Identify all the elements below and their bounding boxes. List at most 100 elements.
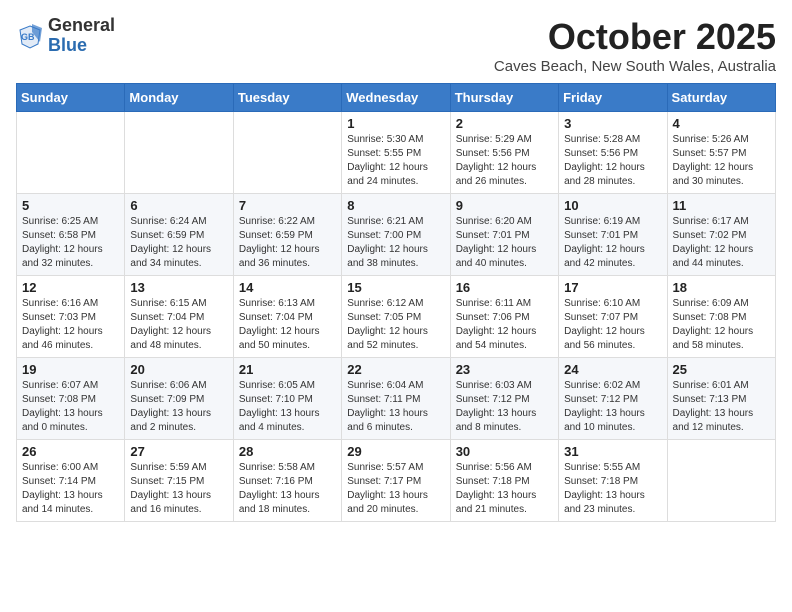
calendar-cell: 13Sunrise: 6:15 AM Sunset: 7:04 PM Dayli…: [125, 276, 233, 358]
calendar-table: SundayMondayTuesdayWednesdayThursdayFrid…: [16, 83, 776, 522]
day-info: Sunrise: 6:07 AM Sunset: 7:08 PM Dayligh…: [22, 379, 119, 435]
calendar-cell: [125, 112, 233, 194]
page-header: GB General Blue October 2025 Caves Beach…: [16, 16, 776, 75]
logo-icon: GB: [16, 22, 44, 50]
calendar-cell: [233, 112, 341, 194]
day-info: Sunrise: 6:09 AM Sunset: 7:08 PM Dayligh…: [673, 297, 770, 353]
weekday-header-saturday: Saturday: [667, 84, 775, 112]
calendar-cell: 30 Sunrise: 5:56 AM Sunset: 7:18 PM Dayli…: [450, 440, 558, 522]
day-info: Sunrise: 6:17 AM Sunset: 7:02 PM Dayligh…: [673, 215, 770, 271]
calendar-week-5: 26 Sunrise: 6:00 AM Sunset: 7:14 PM Dayli…: [17, 440, 776, 522]
calendar-cell: 22 Sunrise: 6:04 AM Sunset: 7:11 PM Dayli…: [342, 358, 450, 440]
day-number: 25: [673, 362, 770, 377]
day-number: 7: [239, 198, 336, 213]
calendar-week-1: 1 Sunrise: 5:30 AM Sunset: 5:55 PM Daylig…: [17, 112, 776, 194]
calendar-cell: 6 Sunrise: 6:24 AM Sunset: 6:59 PM Daylig…: [125, 194, 233, 276]
day-info: Sunrise: 5:55 AM Sunset: 7:18 PM Dayligh…: [564, 461, 661, 517]
weekday-header-friday: Friday: [559, 84, 667, 112]
day-info: Sunrise: 6:25 AM Sunset: 6:58 PM Dayligh…: [22, 215, 119, 271]
day-info: Sunrise: 5:58 AM Sunset: 7:16 PM Dayligh…: [239, 461, 336, 517]
day-info: Sunrise: 5:56 AM Sunset: 7:18 PM Dayligh…: [456, 461, 553, 517]
day-number: 15: [347, 280, 444, 295]
weekday-header-wednesday: Wednesday: [342, 84, 450, 112]
day-number: 3: [564, 116, 661, 131]
day-number: 29: [347, 444, 444, 459]
day-number: 17: [564, 280, 661, 295]
day-info: Sunrise: 6:24 AM Sunset: 6:59 PM Dayligh…: [130, 215, 227, 271]
day-info: Sunrise: 6:10 AM Sunset: 7:07 PM Dayligh…: [564, 297, 661, 353]
day-number: 18: [673, 280, 770, 295]
location-subtitle: Caves Beach, New South Wales, Australia: [494, 58, 776, 75]
day-info: Sunrise: 6:03 AM Sunset: 7:12 PM Dayligh…: [456, 379, 553, 435]
calendar-cell: 23 Sunrise: 6:03 AM Sunset: 7:12 PM Dayli…: [450, 358, 558, 440]
day-info: Sunrise: 5:30 AM Sunset: 5:55 PM Dayligh…: [347, 133, 444, 189]
day-number: 24: [564, 362, 661, 377]
day-info: Sunrise: 5:29 AM Sunset: 5:56 PM Dayligh…: [456, 133, 553, 189]
day-info: Sunrise: 6:13 AM Sunset: 7:04 PM Dayligh…: [239, 297, 336, 353]
day-number: 6: [130, 198, 227, 213]
day-number: 22: [347, 362, 444, 377]
day-number: 9: [456, 198, 553, 213]
weekday-header-tuesday: Tuesday: [233, 84, 341, 112]
calendar-cell: 31Sunrise: 5:55 AM Sunset: 7:18 PM Dayli…: [559, 440, 667, 522]
day-number: 19: [22, 362, 119, 377]
calendar-cell: 3Sunrise: 5:28 AM Sunset: 5:56 PM Daylig…: [559, 112, 667, 194]
day-info: Sunrise: 6:20 AM Sunset: 7:01 PM Dayligh…: [456, 215, 553, 271]
day-number: 2: [456, 116, 553, 131]
day-info: Sunrise: 6:12 AM Sunset: 7:05 PM Dayligh…: [347, 297, 444, 353]
day-number: 26: [22, 444, 119, 459]
calendar-cell: 26 Sunrise: 6:00 AM Sunset: 7:14 PM Dayli…: [17, 440, 125, 522]
logo: GB General Blue: [16, 16, 115, 56]
calendar-cell: 24 Sunrise: 6:02 AM Sunset: 7:12 PM Dayli…: [559, 358, 667, 440]
calendar-cell: 1 Sunrise: 5:30 AM Sunset: 5:55 PM Daylig…: [342, 112, 450, 194]
calendar-cell: [667, 440, 775, 522]
svg-text:GB: GB: [21, 32, 35, 42]
day-number: 20: [130, 362, 227, 377]
day-info: Sunrise: 6:15 AM Sunset: 7:04 PM Dayligh…: [130, 297, 227, 353]
month-title: October 2025: [494, 16, 776, 58]
calendar-cell: 18 Sunrise: 6:09 AM Sunset: 7:08 PM Dayli…: [667, 276, 775, 358]
weekday-header-sunday: Sunday: [17, 84, 125, 112]
day-info: Sunrise: 6:02 AM Sunset: 7:12 PM Dayligh…: [564, 379, 661, 435]
day-number: 16: [456, 280, 553, 295]
calendar-cell: 16Sunrise: 6:11 AM Sunset: 7:06 PM Dayli…: [450, 276, 558, 358]
calendar-cell: 21 Sunrise: 6:05 AM Sunset: 7:10 PM Dayli…: [233, 358, 341, 440]
calendar-cell: 8Sunrise: 6:21 AM Sunset: 7:00 PM Daylig…: [342, 194, 450, 276]
calendar-cell: 10Sunrise: 6:19 AM Sunset: 7:01 PM Dayli…: [559, 194, 667, 276]
day-number: 23: [456, 362, 553, 377]
calendar-cell: 28 Sunrise: 5:58 AM Sunset: 7:16 PM Dayli…: [233, 440, 341, 522]
day-info: Sunrise: 6:06 AM Sunset: 7:09 PM Dayligh…: [130, 379, 227, 435]
calendar-cell: [17, 112, 125, 194]
calendar-cell: 14 Sunrise: 6:13 AM Sunset: 7:04 PM Dayli…: [233, 276, 341, 358]
weekday-header-thursday: Thursday: [450, 84, 558, 112]
day-info: Sunrise: 6:04 AM Sunset: 7:11 PM Dayligh…: [347, 379, 444, 435]
logo-text: General Blue: [48, 16, 115, 56]
weekday-header-row: SundayMondayTuesdayWednesdayThursdayFrid…: [17, 84, 776, 112]
day-number: 12: [22, 280, 119, 295]
day-info: Sunrise: 6:00 AM Sunset: 7:14 PM Dayligh…: [22, 461, 119, 517]
calendar-cell: 29Sunrise: 5:57 AM Sunset: 7:17 PM Dayli…: [342, 440, 450, 522]
day-info: Sunrise: 6:05 AM Sunset: 7:10 PM Dayligh…: [239, 379, 336, 435]
calendar-cell: 27Sunrise: 5:59 AM Sunset: 7:15 PM Dayli…: [125, 440, 233, 522]
day-info: Sunrise: 6:19 AM Sunset: 7:01 PM Dayligh…: [564, 215, 661, 271]
calendar-cell: 11Sunrise: 6:17 AM Sunset: 7:02 PM Dayli…: [667, 194, 775, 276]
day-number: 4: [673, 116, 770, 131]
calendar-cell: 7Sunrise: 6:22 AM Sunset: 6:59 PM Daylig…: [233, 194, 341, 276]
day-number: 8: [347, 198, 444, 213]
day-info: Sunrise: 5:26 AM Sunset: 5:57 PM Dayligh…: [673, 133, 770, 189]
day-number: 28: [239, 444, 336, 459]
day-number: 5: [22, 198, 119, 213]
weekday-header-monday: Monday: [125, 84, 233, 112]
day-number: 21: [239, 362, 336, 377]
day-number: 1: [347, 116, 444, 131]
day-info: Sunrise: 5:59 AM Sunset: 7:15 PM Dayligh…: [130, 461, 227, 517]
title-block: October 2025 Caves Beach, New South Wale…: [494, 16, 776, 75]
day-number: 14: [239, 280, 336, 295]
calendar-week-2: 5 Sunrise: 6:25 AM Sunset: 6:58 PM Daylig…: [17, 194, 776, 276]
day-number: 30: [456, 444, 553, 459]
calendar-week-4: 19 Sunrise: 6:07 AM Sunset: 7:08 PM Dayli…: [17, 358, 776, 440]
calendar-week-3: 12Sunrise: 6:16 AM Sunset: 7:03 PM Dayli…: [17, 276, 776, 358]
calendar-cell: 15 Sunrise: 6:12 AM Sunset: 7:05 PM Dayli…: [342, 276, 450, 358]
calendar-cell: 2 Sunrise: 5:29 AM Sunset: 5:56 PM Daylig…: [450, 112, 558, 194]
calendar-cell: 17 Sunrise: 6:10 AM Sunset: 7:07 PM Dayli…: [559, 276, 667, 358]
